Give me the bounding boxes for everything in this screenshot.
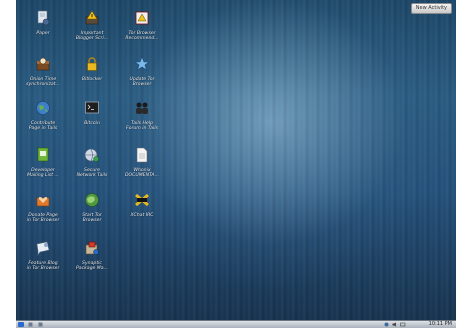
desktop-icon-paper[interactable]: Paper <box>22 10 64 36</box>
icon-label: Important Blogger Scri... <box>75 31 109 42</box>
globe-icon <box>36 101 50 115</box>
synaptic-package-icon <box>85 241 99 255</box>
icon-label: Tor Browser Recommend... <box>125 31 159 42</box>
icon-label: Contribute Page in Tails <box>28 121 58 132</box>
desktop-icon-secure-network[interactable]: Secure Network Tails <box>71 147 113 179</box>
desktop-icon-onion-time[interactable]: Onion Time synchronizat... <box>22 56 64 88</box>
icon-label: Start Tor Browser <box>82 213 102 224</box>
warning-browser-icon <box>135 11 149 25</box>
desktop-icon-xchat[interactable]: XChat IRC <box>121 192 163 218</box>
warning-package-icon <box>85 10 99 25</box>
desktop-icon-bitlocker[interactable]: Bitlocker <box>71 56 113 82</box>
desktop-icon-contribute[interactable]: Contribute Page in Tails <box>22 100 64 132</box>
desktop-icon-bitcoin[interactable]: Bitcoin <box>71 100 113 126</box>
network-icon[interactable] <box>384 322 389 327</box>
lock-icon <box>87 57 97 71</box>
network-globe-icon <box>84 148 99 162</box>
icon-label: Bitcoin <box>84 121 100 126</box>
desktop-icon-start-tor[interactable]: Start Tor Browser <box>71 192 113 224</box>
new-activity-button[interactable]: New Activity <box>410 3 452 14</box>
icon-label: Bitlocker <box>81 77 103 82</box>
desktop-icon-important-blogger[interactable]: Important Blogger Scri... <box>71 10 113 42</box>
icon-label: Donate Page in Tor Browser <box>26 213 60 224</box>
desktop-icon-help-forum[interactable]: Tails Help Forum in Tails <box>121 100 163 132</box>
desktop-icon-update-tor[interactable]: Update Tor Browser <box>121 56 163 88</box>
desktop-icon-whonix-docs[interactable]: Whonix DOCUMENTA... <box>121 147 163 179</box>
icon-label: Synaptic Package Ma... <box>76 261 108 272</box>
feature-bubble-icon <box>36 241 50 256</box>
clock-package-icon <box>36 57 50 71</box>
task-item-icon[interactable] <box>28 322 33 327</box>
desktop-icon-feature-blog[interactable]: Feature Blog in Tor Browser <box>22 240 64 272</box>
icon-label: Paper <box>36 31 50 36</box>
irc-chat-icon <box>135 193 149 207</box>
update-star-icon <box>134 56 150 71</box>
tor-globe-icon <box>85 193 99 207</box>
battery-icon[interactable] <box>400 322 406 327</box>
desktop-icon-developer-list[interactable]: Developer Mailing List ... <box>22 147 64 179</box>
desktop-icon-tor-browser-recommend[interactable]: Tor Browser Recommend... <box>121 10 163 42</box>
icon-label: Tails Help Forum in Tails <box>126 121 158 132</box>
document-gear-icon <box>37 10 50 26</box>
icon-label: Feature Blog in Tor Browser <box>26 261 60 272</box>
terminal-icon <box>85 101 99 114</box>
kde-start-icon[interactable] <box>18 322 24 327</box>
icon-label: Onion Time synchronizat... <box>26 77 60 88</box>
mailing-list-icon <box>37 147 49 162</box>
task-item-icon[interactable] <box>38 322 43 327</box>
desktop: New Activity Paper Onion Time synchroniz… <box>16 0 456 320</box>
icon-label: Update Tor Browser <box>129 77 155 88</box>
donate-heart-icon <box>36 197 50 207</box>
volume-icon[interactable] <box>392 322 397 327</box>
desktop-icon-donate[interactable]: Donate Page in Tor Browser <box>22 192 64 224</box>
icon-label: Developer Mailing List ... <box>27 168 59 179</box>
icon-label: XChat IRC <box>130 213 154 218</box>
icon-label: Whonix DOCUMENTA... <box>124 168 160 179</box>
people-icon <box>136 102 148 114</box>
text-document-icon <box>136 147 148 163</box>
desktop-icon-synaptic[interactable]: Synaptic Package Ma... <box>71 240 113 272</box>
icon-label: Secure Network Tails <box>76 168 108 179</box>
